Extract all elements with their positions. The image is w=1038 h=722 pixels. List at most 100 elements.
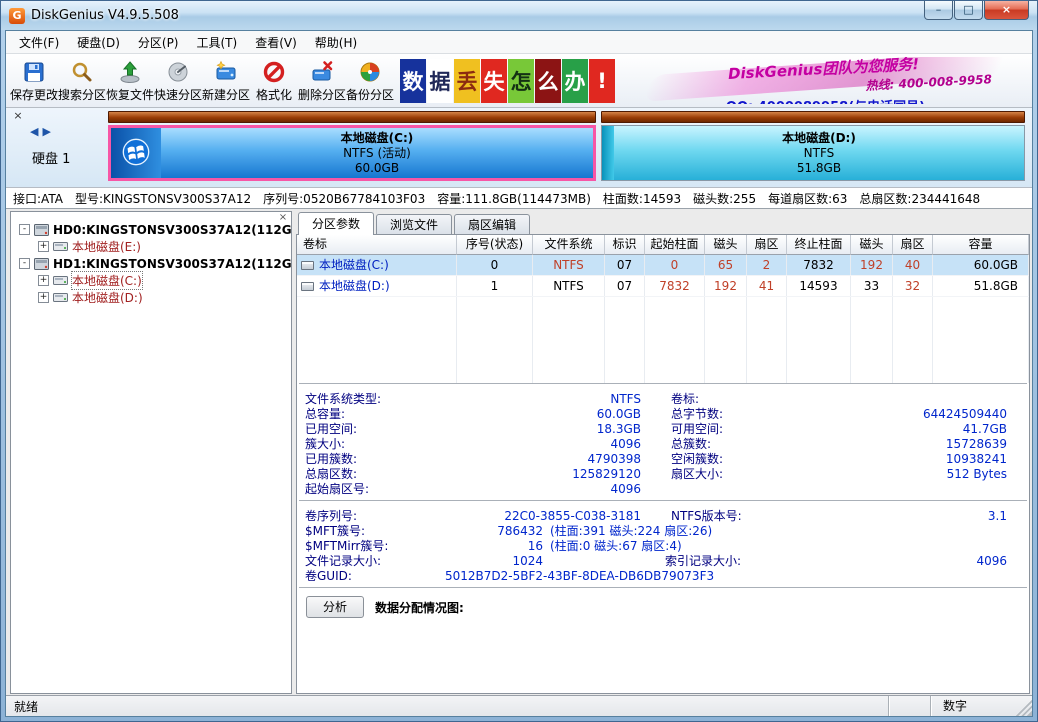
detail-row: 簇大小: 4096 总簇数: 15728639 xyxy=(305,436,1021,452)
tab-strip: 分区参数 浏览文件 扇区编辑 xyxy=(296,211,1030,235)
partition-strip xyxy=(601,126,614,180)
column-header[interactable]: 磁头 xyxy=(851,235,893,255)
menu-item[interactable]: 文件(F) xyxy=(10,31,68,54)
collapse-icon[interactable]: - xyxy=(19,224,30,235)
detail-value: 4096 xyxy=(610,481,641,496)
tree-node-partition-d[interactable]: + 本地磁盘(D:) xyxy=(11,289,291,306)
disk-info-field: 容量:111.8GB(114473MB) xyxy=(437,191,591,206)
save-changes-button[interactable]: 保存更改 xyxy=(10,56,58,105)
close-disk-map-icon[interactable]: × xyxy=(11,110,25,124)
table-cell: 07 xyxy=(605,255,645,275)
detail-label: 索引记录大小: xyxy=(665,554,742,568)
table-empty-area xyxy=(297,297,1029,383)
tree-node-hd1[interactable]: - HD1:KINGSTONSV300S37A12(112GB) xyxy=(11,255,291,272)
disk-nav-arrows[interactable]: ◀▶ xyxy=(30,125,55,138)
toolbar-button-label: 删除分区 xyxy=(298,87,347,102)
table-cell: 07 xyxy=(605,276,645,296)
menu-bar: 文件(F) 硬盘(D) 分区(P) 工具(T) 查看(V) 帮助(H) xyxy=(6,31,1032,54)
column-header[interactable]: 卷标 xyxy=(297,235,457,255)
table-cell: 本地磁盘(D:) xyxy=(297,276,457,296)
partition-icon xyxy=(53,275,68,286)
tree-node-partition-c[interactable]: + 本地磁盘(C:) xyxy=(11,271,291,290)
column-header[interactable]: 容量 xyxy=(933,235,1029,255)
partition-info: 本地磁盘(D:) NTFS 51.8GB xyxy=(614,126,1024,180)
recover-files-button[interactable]: 恢复文件 xyxy=(106,56,154,105)
tab-partition-parameters[interactable]: 分区参数 xyxy=(298,212,375,235)
column-header[interactable]: 磁头 xyxy=(705,235,747,255)
menu-item[interactable]: 帮助(H) xyxy=(306,31,366,54)
status-cell xyxy=(888,696,930,716)
analyze-button[interactable]: 分析 xyxy=(306,596,364,618)
tab-browse-files[interactable]: 浏览文件 xyxy=(376,214,453,234)
column-header[interactable]: 终止柱面 xyxy=(787,235,851,255)
ad-tile-char: ! xyxy=(589,58,615,103)
table-cell: 1 xyxy=(457,276,533,296)
window-controls: – □ × xyxy=(923,1,1029,20)
expand-icon[interactable]: + xyxy=(38,275,49,286)
resize-grip-icon[interactable] xyxy=(1016,696,1032,716)
close-button[interactable]: × xyxy=(984,1,1029,20)
table-cell: 33 xyxy=(851,276,893,296)
partition-block-d[interactable]: 本地磁盘(D:) NTFS 51.8GB xyxy=(600,111,1025,181)
detail-value: 16 xyxy=(527,538,543,553)
detail-row: 文件记录大小: 1024 索引记录大小: 4096 xyxy=(305,553,1021,569)
partition-icon xyxy=(53,292,68,303)
partition-row[interactable]: 本地磁盘(C:) 0 NTFS 07 0 65 2 7832 192 40 60.0GB xyxy=(297,255,1029,276)
toolbar-button-label: 搜索分区 xyxy=(58,87,107,102)
quick-partition-button[interactable]: 快速分区 xyxy=(154,56,202,105)
partition-row[interactable]: 本地磁盘(D:) 1 NTFS 07 7832 192 41 14593 33 32 51.8GB xyxy=(297,276,1029,297)
delete-partition-button[interactable]: 删除分区 xyxy=(298,56,346,105)
detail-value: 22C0-3855-C038-3181 xyxy=(504,508,641,523)
detail-row: $MFTMirr簇号: 16 (柱面:0 磁头:67 扇区:4) xyxy=(305,538,1021,554)
menu-item[interactable]: 查看(V) xyxy=(246,31,306,54)
status-text: 就绪 xyxy=(14,699,39,714)
partition-box-c[interactable]: 本地磁盘(C:) NTFS (活动) 60.0GB xyxy=(108,125,596,181)
search-partition-button[interactable]: 搜索分区 xyxy=(58,56,106,105)
tab-sector-editor[interactable]: 扇区编辑 xyxy=(454,214,531,234)
collapse-icon[interactable]: - xyxy=(19,258,30,269)
partition-name: 本地磁盘(D:) xyxy=(782,130,856,145)
next-disk-icon[interactable]: ▶ xyxy=(42,125,54,138)
column-header[interactable]: 扇区 xyxy=(747,235,787,255)
column-header[interactable]: 扇区 xyxy=(893,235,933,255)
window-title: DiskGenius V4.9.5.508 xyxy=(31,8,179,23)
table-cell: 7832 xyxy=(787,255,851,275)
data-loss-ad[interactable]: 数据丢失怎么办! xyxy=(400,56,615,105)
detail-value: 60.0GB xyxy=(596,406,641,421)
main-area: × - HD0:KINGSTONSV300S37A12(112GB) + 本地磁… xyxy=(6,209,1032,695)
backup-partition-icon xyxy=(357,59,383,85)
menu-item[interactable]: 工具(T) xyxy=(188,31,247,54)
table-cell: 51.8GB xyxy=(933,276,1029,296)
tree-node-partition-e[interactable]: + 本地磁盘(E:) xyxy=(11,238,291,255)
maximize-button[interactable]: □ xyxy=(954,1,983,20)
partition-box-d[interactable]: 本地磁盘(D:) NTFS 51.8GB xyxy=(600,125,1025,181)
column-header[interactable]: 起始柱面 xyxy=(645,235,705,255)
backup-partition-button[interactable]: 备份分区 xyxy=(346,56,394,105)
menu-item[interactable]: 分区(P) xyxy=(129,31,188,54)
expand-icon[interactable]: + xyxy=(38,292,49,303)
disk-info-field: 总扇区数:234441648 xyxy=(859,191,981,206)
ad-tile-char: 数 xyxy=(400,58,426,103)
close-tree-panel-icon[interactable]: × xyxy=(277,212,289,224)
expand-icon[interactable]: + xyxy=(38,241,49,252)
disk-map: 本地磁盘(C:) NTFS (活动) 60.0GB 本地磁盘(D:) NTFS xyxy=(106,108,1032,187)
column-header[interactable]: 序号(状态) xyxy=(457,235,533,255)
table-cell: NTFS xyxy=(533,255,605,275)
partition-name: 本地磁盘(C:) xyxy=(340,130,414,145)
promo-banner[interactable]: DiskGenius团队为您服务! 热线: 400-008-9958 QQ: 4… xyxy=(623,57,1026,104)
menu-item[interactable]: 硬盘(D) xyxy=(68,31,129,54)
new-partition-button[interactable]: 新建分区 xyxy=(202,56,250,105)
column-header[interactable]: 文件系统 xyxy=(533,235,605,255)
format-button[interactable]: 格式化 xyxy=(250,56,298,105)
disk-capacity-bar xyxy=(108,111,596,123)
title-bar[interactable]: G DiskGenius V4.9.5.508 – □ × xyxy=(1,1,1037,30)
partition-block-c[interactable]: 本地磁盘(C:) NTFS (活动) 60.0GB xyxy=(108,111,596,181)
detail-row: 卷序列号: 22C0-3855-C038-3181 NTFS版本号: 3.1 xyxy=(305,508,1021,524)
tree-node-hd0[interactable]: - HD0:KINGSTONSV300S37A12(112GB) xyxy=(11,221,291,238)
detail-value: NTFS xyxy=(610,391,641,406)
toolbar-button-label: 恢复文件 xyxy=(106,87,155,102)
tree-node-label: 本地磁盘(E:) xyxy=(72,240,141,254)
prev-disk-icon[interactable]: ◀ xyxy=(30,125,42,138)
minimize-button[interactable]: – xyxy=(924,1,953,20)
column-header[interactable]: 标识 xyxy=(605,235,645,255)
